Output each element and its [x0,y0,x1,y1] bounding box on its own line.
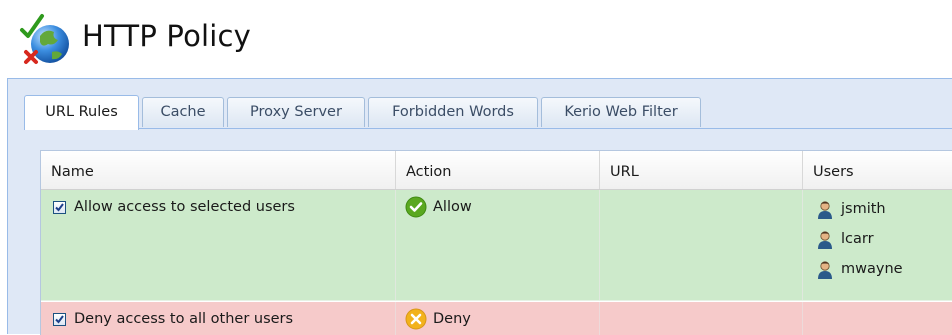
page-header: HTTP Policy [0,0,952,78]
action-cell: Allow [396,190,600,300]
tab-kerio-web-filter[interactable]: Kerio Web Filter [541,97,701,127]
column-header-action[interactable]: Action [396,151,600,189]
user-name: mwayne [841,261,903,277]
action-cell: Deny [396,302,600,335]
tab-url-rules[interactable]: URL Rules [24,95,139,130]
tab-strip: URL Rules Cache Proxy Server Forbidden W… [24,95,952,130]
tab-cache[interactable]: Cache [142,97,224,127]
table-row[interactable]: Deny access to all other users Deny [41,302,952,335]
http-policy-globe-icon [20,14,69,64]
checkmark-icon [55,315,64,324]
deny-x-icon [405,308,427,330]
rule-enabled-checkbox[interactable] [53,313,66,326]
users-cell [803,302,952,335]
tab-forbidden-words[interactable]: Forbidden Words [368,97,538,127]
action-label: Deny [433,311,471,327]
url-cell [600,190,803,300]
column-header-name[interactable]: Name [41,151,396,189]
action-label: Allow [433,199,472,215]
url-cell [600,302,803,335]
rule-enabled-checkbox[interactable] [53,201,66,214]
user-name: jsmith [841,201,886,217]
user-name: lcarr [841,231,874,247]
checkmark-icon [55,203,64,212]
policy-panel: URL Rules Cache Proxy Server Forbidden W… [7,78,952,335]
grid-header: Name Action URL Users [41,151,952,190]
column-header-url[interactable]: URL [600,151,803,189]
url-rules-grid: Name Action URL Users Allow access to se… [40,150,952,335]
allow-check-icon [405,196,427,218]
column-header-users[interactable]: Users [803,151,952,189]
user-icon [818,261,832,279]
table-row[interactable]: Allow access to selected users Allow jsm… [41,190,952,301]
rule-name-cell: Deny access to all other users [41,302,396,335]
user-icon [818,231,832,249]
users-cell: jsmith lcarr mwayne [803,190,952,300]
rule-name-cell: Allow access to selected users [41,190,396,300]
rule-name: Allow access to selected users [74,199,295,215]
user-icon [818,201,832,219]
rule-name: Deny access to all other users [74,311,294,327]
tab-proxy-server[interactable]: Proxy Server [227,97,365,127]
page-title: HTTP Policy [82,19,252,53]
